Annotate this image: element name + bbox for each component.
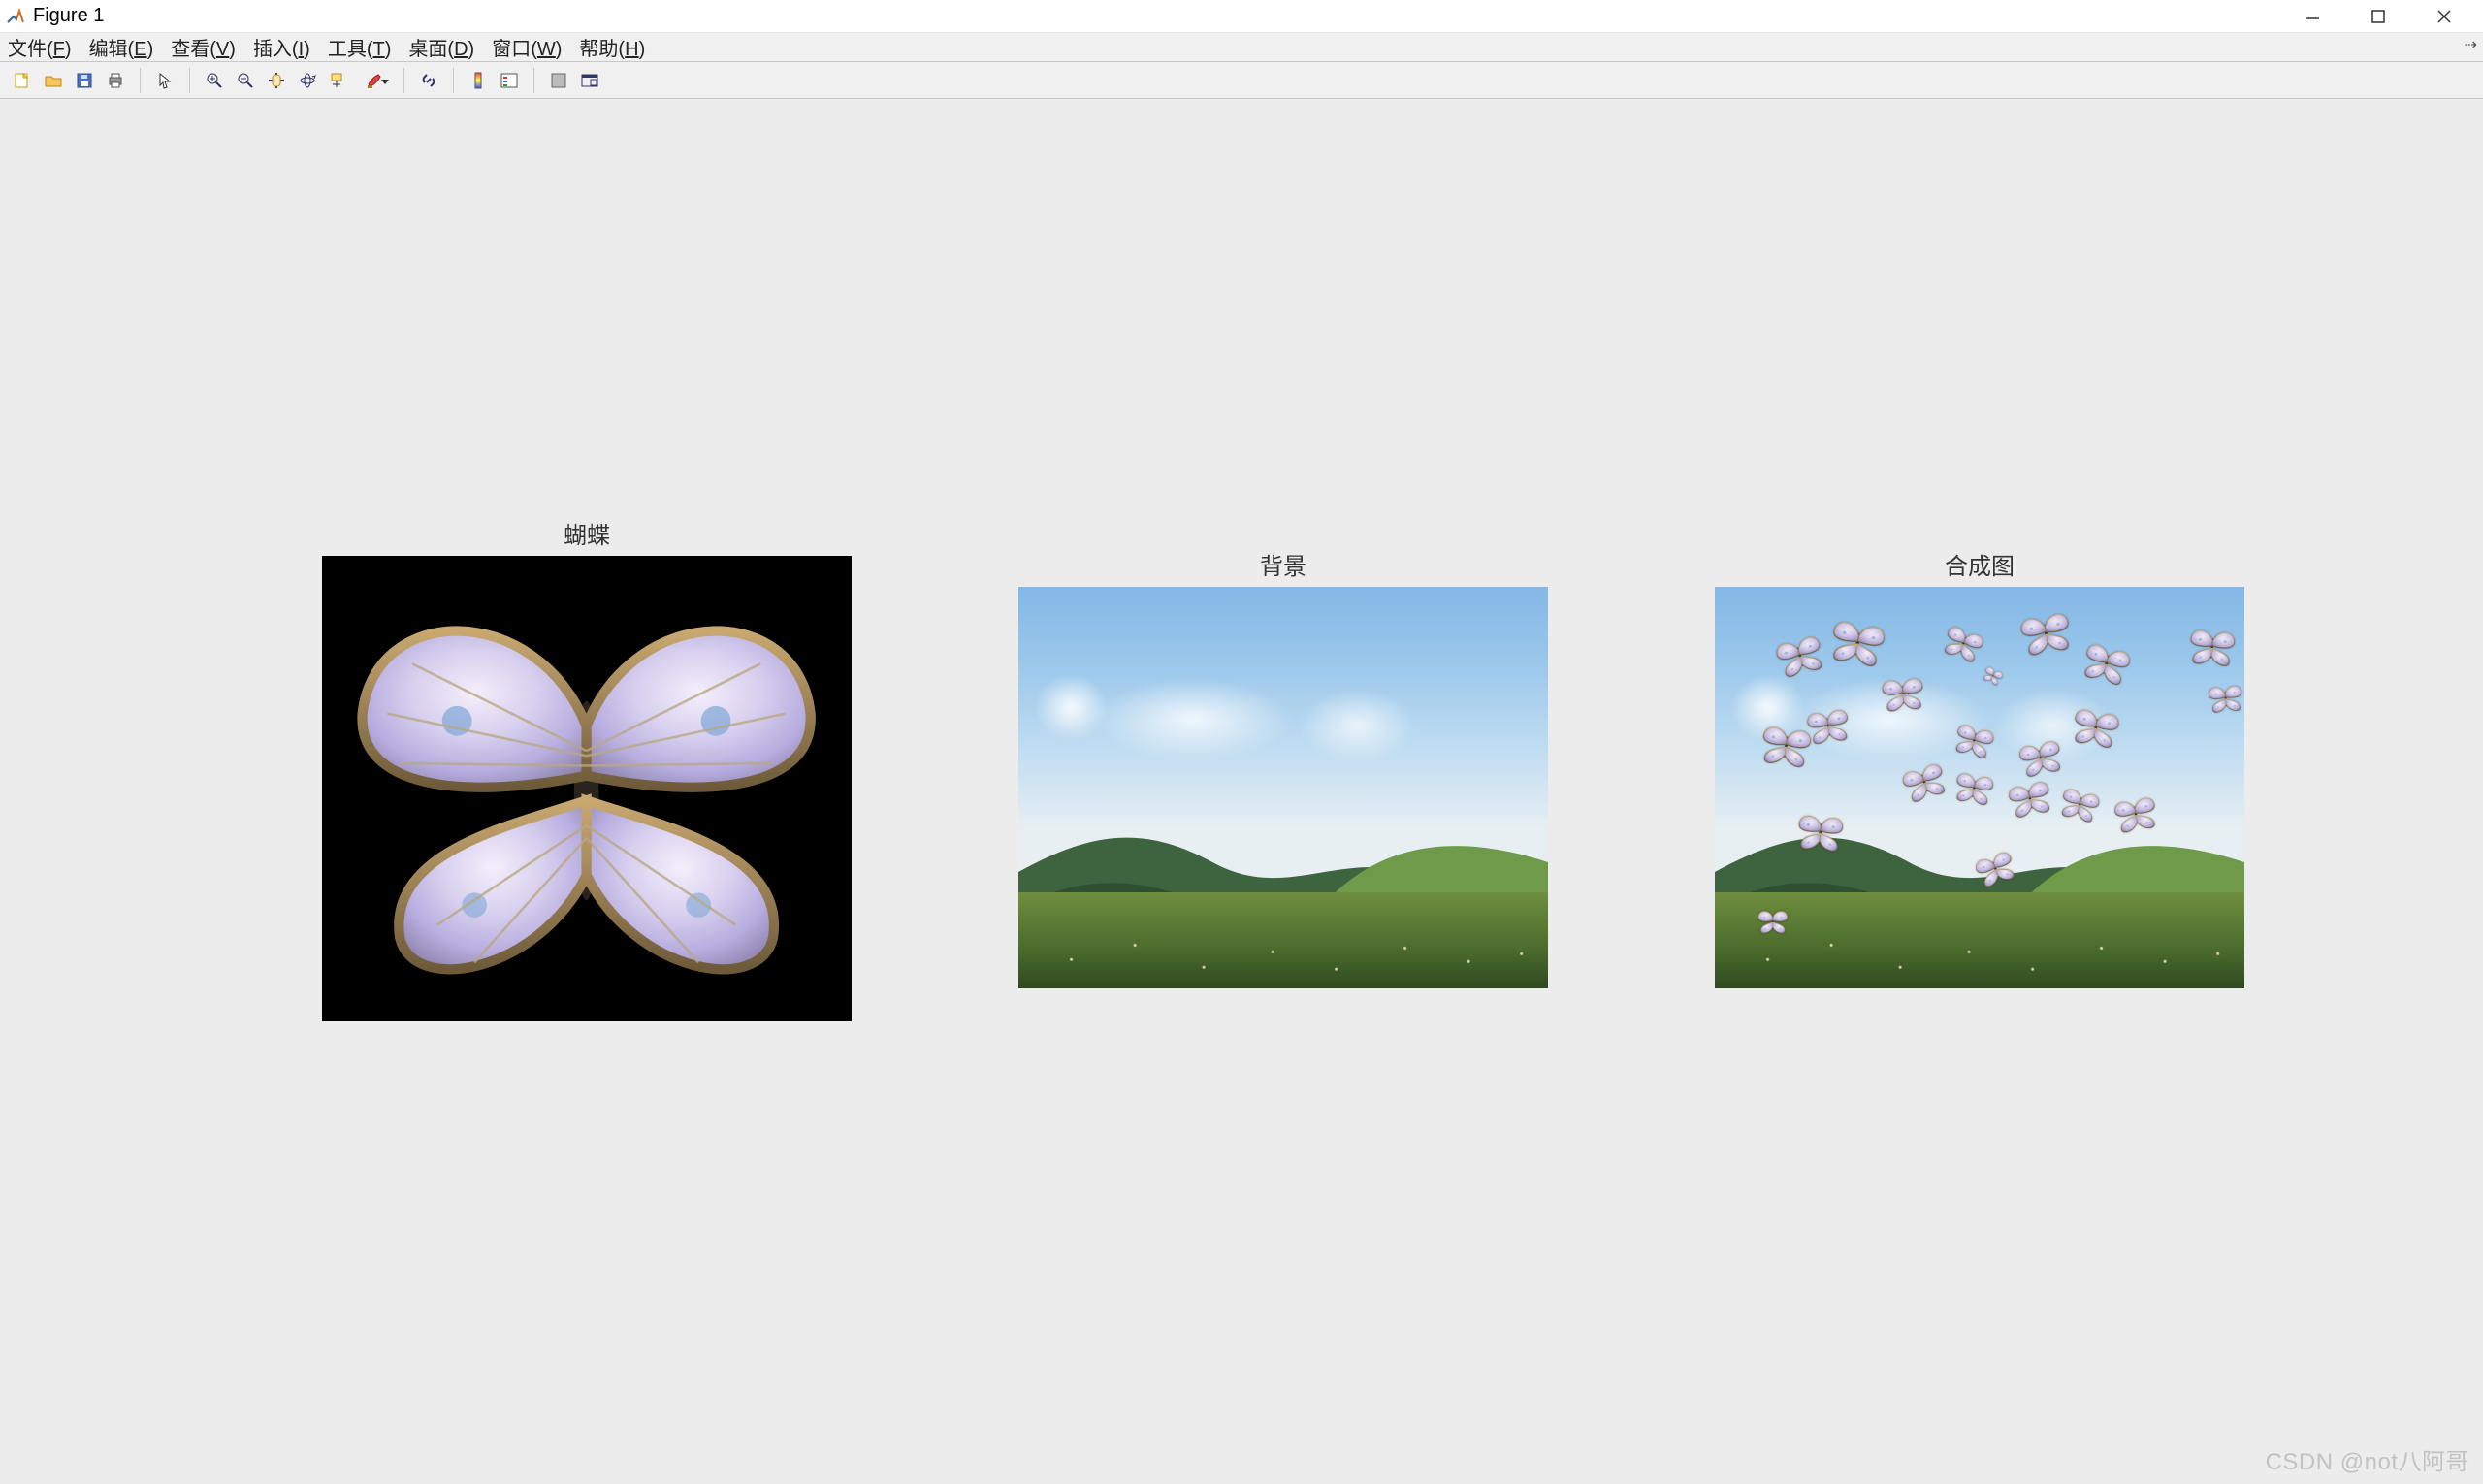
subplot-title: 合成图	[1715, 547, 2244, 581]
link-plot-icon[interactable]	[414, 66, 443, 95]
open-file-icon[interactable]	[39, 66, 68, 95]
zoom-in-icon[interactable]	[200, 66, 229, 95]
menubar-overflow-icon[interactable]: ⇢	[2465, 35, 2477, 54]
subplot-image	[1018, 587, 1548, 988]
zoom-out-icon[interactable]	[231, 66, 260, 95]
toolbar-separator	[140, 68, 141, 93]
toolbar-separator	[533, 68, 534, 93]
window-title: Figure 1	[33, 5, 104, 27]
titlebar: Figure 1	[0, 0, 2483, 33]
menu-w[interactable]: 窗口(W)	[492, 33, 562, 61]
legend-icon[interactable]	[495, 66, 524, 95]
hide-tools-icon[interactable]	[544, 66, 573, 95]
print-icon[interactable]	[101, 66, 130, 95]
save-icon[interactable]	[70, 66, 99, 95]
close-button[interactable]	[2431, 3, 2458, 30]
dock-icon[interactable]	[575, 66, 604, 95]
pointer-icon[interactable]	[150, 66, 179, 95]
subplot-image	[322, 556, 852, 1021]
menu-e[interactable]: 编辑(E)	[89, 33, 154, 61]
subplot-title: 背景	[1018, 547, 1548, 581]
overlay-butterfly	[1752, 908, 1794, 935]
maximize-button[interactable]	[2365, 3, 2392, 30]
overlay-butterfly	[1788, 809, 1854, 855]
minimize-button[interactable]	[2299, 3, 2326, 30]
menu-t[interactable]: 工具(T)	[328, 33, 392, 61]
subplot-background: 背景	[1018, 547, 1548, 982]
figure-canvas: 蝴蝶 背景 合成图 CSDN @not八阿哥	[0, 101, 2483, 1484]
matlab-app-icon	[6, 7, 25, 26]
new-figure-icon[interactable]	[8, 66, 37, 95]
brush-dropdown-icon[interactable]	[355, 66, 394, 95]
colorbar-icon[interactable]	[464, 66, 493, 95]
grass-graphic	[1715, 892, 2244, 988]
toolbar	[0, 62, 2483, 99]
menubar: 文件(F) 编辑(E) 查看(V) 插入(I) 工具(T) 桌面(D) 窗口(W) 帮助(H)…	[0, 33, 2483, 62]
pan-icon[interactable]	[262, 66, 291, 95]
menu-h[interactable]: 帮助(H)	[579, 33, 645, 61]
menu-f[interactable]: 文件(F)	[8, 33, 72, 61]
toolbar-separator	[189, 68, 190, 93]
watermark: CSDN @not八阿哥	[2266, 1442, 2469, 1476]
subplot-title: 蝴蝶	[322, 516, 852, 550]
rotate3d-icon[interactable]	[293, 66, 322, 95]
butterfly-graphic	[338, 569, 835, 1007]
overlay-butterfly	[2179, 625, 2244, 671]
toolbar-separator	[453, 68, 454, 93]
grass-graphic	[1018, 892, 1548, 988]
menu-d[interactable]: 桌面(D)	[408, 33, 474, 61]
toolbar-separator	[403, 68, 404, 93]
menu-v[interactable]: 查看(V)	[171, 33, 236, 61]
overlay-butterfly	[1872, 673, 1933, 716]
subplot-composite: 合成图	[1715, 547, 2244, 982]
subplot-butterfly: 蝴蝶	[322, 516, 852, 1015]
menu-i[interactable]: 插入(I)	[253, 33, 310, 61]
overlay-butterfly	[2201, 681, 2244, 716]
data-cursor-icon[interactable]	[324, 66, 353, 95]
subplot-image	[1715, 587, 2244, 988]
